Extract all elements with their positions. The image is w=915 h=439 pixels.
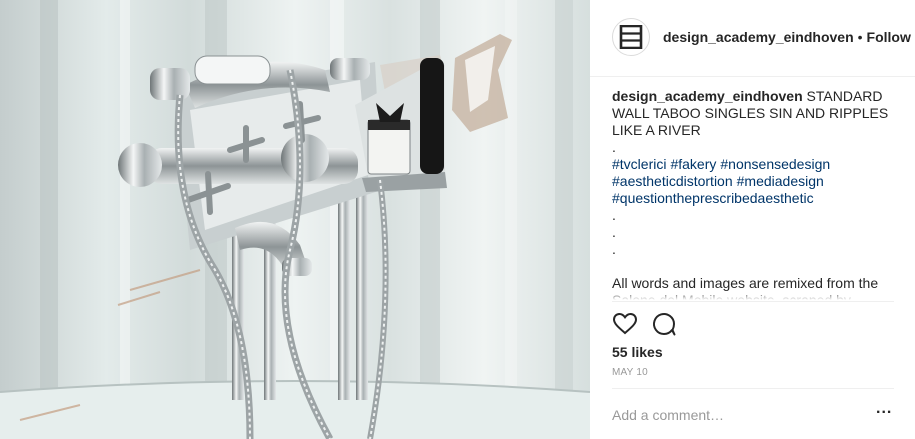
post-header: design_academy_eindhoven • Follow [590,0,915,77]
hashtag-link[interactable]: #tvclerici [612,156,666,172]
comment-bubble-icon[interactable] [651,311,677,337]
caption-dot: . [612,224,616,240]
caption-fade [612,290,897,300]
caption-username-link[interactable]: design_academy_eindhoven [612,88,803,104]
header-text-row: design_academy_eindhoven • Follow [663,29,911,45]
caption-paragraph: design_academy_eindhoven STANDARD WALL T… [612,88,897,139]
header-username-link[interactable]: design_academy_eindhoven [663,29,854,45]
caption-dot: . [612,241,616,257]
post-date[interactable]: MAY 10 [612,367,648,378]
design-academy-logo-icon [619,25,643,49]
account-avatar[interactable] [612,18,650,56]
divider [612,301,894,302]
faucet-collage-illustration [0,0,590,439]
hashtag-link[interactable]: #nonsensedesign [720,156,830,172]
divider [612,388,894,389]
post-side-panel: design_academy_eindhoven • Follow design_a… [590,0,915,439]
hashtag-link[interactable]: #aestheticdistortion [612,173,733,189]
hashtag-link[interactable]: #questiontheprescribedaesthetic [612,190,814,206]
follow-button[interactable]: Follow [867,29,911,45]
caption-dot: . [612,139,616,155]
add-comment-input[interactable] [612,406,852,424]
hashtag-link[interactable]: #mediadesign [737,173,824,189]
post-caption: design_academy_eindhoven STANDARD WALL T… [612,88,897,300]
heart-icon[interactable] [612,311,638,337]
more-options-button[interactable]: ... [876,400,892,418]
post-image[interactable] [0,0,590,439]
caption-dot: . [612,207,616,223]
caption-hashtags: #tvclerici #fakery #nonsensedesign #aesthet… [612,156,897,207]
header-separator: • [857,29,863,45]
likes-count[interactable]: 55 likes [612,344,663,360]
hashtag-link[interactable]: #fakery [670,156,716,172]
